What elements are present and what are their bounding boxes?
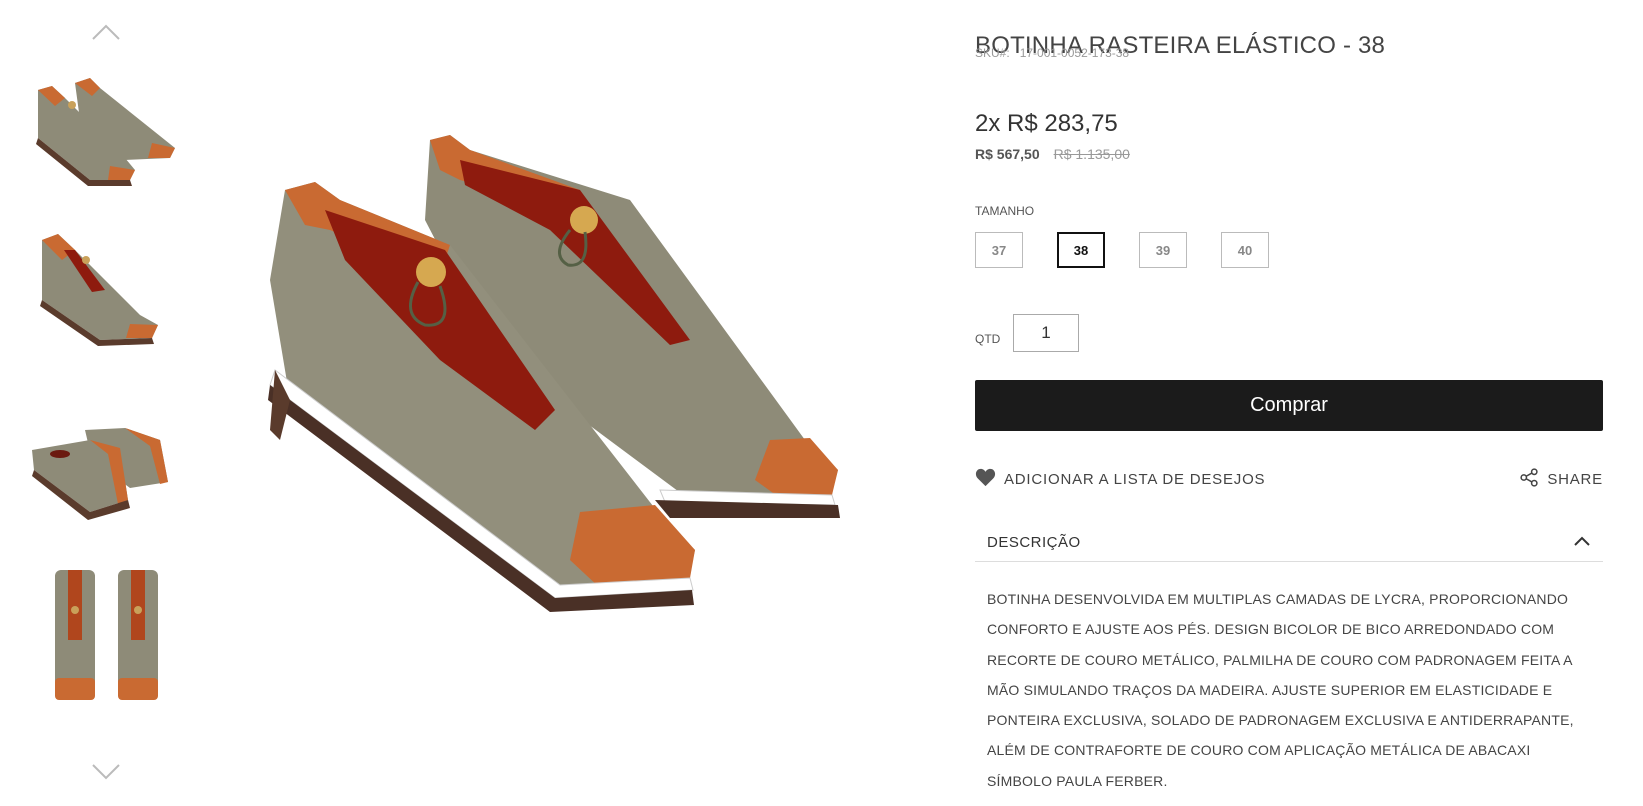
size-option-38[interactable]: 38 (1057, 232, 1105, 268)
product-sku: SKU#: 17-001-0052-173-38 (975, 46, 1129, 60)
description-text: BOTINHA DESENVOLVIDA EM MULTIPLAS CAMADA… (987, 591, 1574, 789)
add-to-wishlist-link[interactable]: ADICIONAR A LISTA DE DESEJOS (975, 468, 1265, 491)
chevron-up-icon (1573, 534, 1591, 552)
size-option-39[interactable]: 39 (1139, 232, 1187, 268)
size-label: TAMANHO (975, 204, 1035, 218)
thumbnail-4[interactable] (30, 560, 180, 710)
thumbnail-1[interactable] (30, 58, 180, 208)
current-price: R$ 567,50 (975, 146, 1040, 162)
quantity-input[interactable] (1013, 314, 1079, 352)
description-toggle[interactable]: DESCRIÇÃO (975, 524, 1603, 562)
thumbnail-3[interactable] (30, 400, 180, 550)
gallery-down-icon[interactable] (90, 762, 122, 782)
installment-price: 2x R$ 283,75 (975, 110, 1118, 137)
size-option-40[interactable]: 40 (1221, 232, 1269, 268)
wishlist-label: ADICIONAR A LISTA DE DESEJOS (1004, 471, 1266, 488)
heart-icon (975, 468, 996, 491)
size-option-37[interactable]: 37 (975, 232, 1023, 268)
share-label: SHARE (1547, 471, 1603, 488)
description-title: DESCRIÇÃO (987, 534, 1081, 551)
sku-value: 17-001-0052-173-38 (1019, 46, 1130, 60)
sku-label: SKU#: (975, 46, 1010, 60)
thumbnail-2[interactable] (30, 220, 180, 370)
quantity-label: QTD (975, 332, 1001, 346)
thumbnail-gallery (0, 0, 200, 806)
gallery-up-icon[interactable] (90, 22, 122, 42)
price-row: R$ 567,50 R$ 1.135,00 (975, 146, 1130, 162)
main-product-image[interactable] (250, 100, 900, 660)
size-selector: 37 38 39 40 (975, 232, 1269, 268)
buy-button[interactable]: Comprar (975, 380, 1603, 431)
share-link[interactable]: SHARE (1520, 468, 1603, 491)
old-price: R$ 1.135,00 (1053, 146, 1130, 162)
share-icon (1520, 468, 1539, 491)
